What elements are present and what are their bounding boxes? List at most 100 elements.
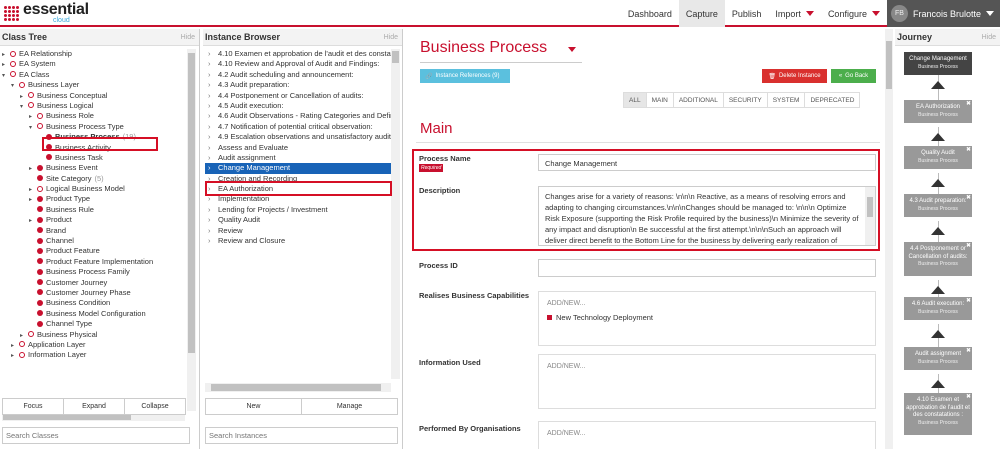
close-icon[interactable]: ✖ [966,298,971,306]
add-new-capability[interactable]: ADD/NEW... [547,300,586,307]
class-tree-hide[interactable]: Hide [181,34,195,41]
tree-item[interactable]: ▸ EA Relationship [0,49,186,59]
process-name-input[interactable]: Change Management [538,154,876,171]
tab-additional[interactable]: ADDITIONAL [673,92,724,108]
instance-item[interactable]: › Lending for Projects / Investment [205,205,393,215]
instance-browser-hide[interactable]: Hide [384,34,398,41]
description-textarea[interactable]: Changes arise for a variety of reasons: … [538,186,876,246]
essential-logo[interactable]: essential cloud [4,2,89,24]
tree-item[interactable]: Channel Type [0,319,186,329]
delete-instance-button[interactable]: 🗑 Delete Instance [762,69,827,83]
instance-item[interactable]: › 4.3 Audit preparation: [205,80,393,90]
instance-item[interactable]: › 4.4 Postponement or Cancellation of aud… [205,91,393,101]
tree-item[interactable]: ▸ Information Layer [0,350,186,360]
add-new-organisation[interactable]: ADD/NEW... [547,430,586,437]
tree-item[interactable]: ▸ Product [0,215,186,225]
instance-item[interactable]: › 4.7 Notification of potential critical … [205,122,393,132]
tree-item[interactable]: Customer Journey [0,278,186,288]
journey-hide[interactable]: Hide [982,34,996,41]
close-icon[interactable]: ✖ [966,394,971,402]
tree-item[interactable]: Business Condition [0,298,186,308]
tree-item[interactable]: Business Activity [0,143,186,153]
instance-item[interactable]: › Change Management [205,163,393,174]
instance-item[interactable]: › Creation and Recording [205,174,393,184]
instance-item[interactable]: › Review and Closure [205,236,393,246]
tree-item[interactable]: Business Process (19) [0,132,186,142]
expand-button[interactable]: Expand [64,399,125,414]
journey-card[interactable]: Change Management Business Process [904,52,972,75]
nav-dashboard[interactable]: Dashboard [621,0,679,27]
tree-item[interactable]: ▸ EA System [0,59,186,69]
tree-item[interactable]: Customer Journey Phase [0,288,186,298]
tab-deprecated[interactable]: DEPRECATED [805,92,861,108]
add-new-information[interactable]: ADD/NEW... [547,363,586,370]
tree-item[interactable]: ▸ Logical Business Model [0,184,186,194]
tree-item[interactable]: ▸ Business Role [0,111,186,121]
description-scrollbar[interactable] [865,187,875,245]
tree-item[interactable]: Site Category (5) [0,174,186,184]
chevron-down-icon[interactable] [568,47,576,52]
focus-button[interactable]: Focus [3,399,64,414]
tree-item[interactable]: Business Task [0,153,186,163]
close-icon[interactable]: ✖ [966,243,971,251]
instance-scrollbar[interactable] [391,49,400,379]
close-icon[interactable]: ✖ [966,348,971,356]
nav-import[interactable]: Import [768,0,821,27]
process-id-input[interactable] [538,259,876,277]
close-icon[interactable]: ✖ [966,101,971,109]
tree-item[interactable]: Channel [0,236,186,246]
tab-security[interactable]: SECURITY [723,92,768,108]
instance-item[interactable]: › Review [205,226,393,236]
tree-item[interactable]: ▾ Business Layer [0,80,186,90]
caret-right-icon[interactable]: ▸ [11,351,19,361]
instance-item[interactable]: › Quality Audit [205,215,393,225]
instance-item[interactable]: › 4.10 Review and Approval of Audit and F… [205,59,393,69]
class-tree-scrollbar[interactable] [187,49,196,411]
capability-item[interactable]: New Technology Deployment [547,313,653,322]
instance-item[interactable]: › 4.9 Escalation observations and unsatis… [205,132,393,142]
tree-item[interactable]: Business Rule [0,205,186,215]
instance-item[interactable]: › Audit assignment [205,153,393,163]
instance-item[interactable]: › EA Authorization [205,184,393,194]
nav-publish[interactable]: Publish [725,0,769,27]
tree-item[interactable]: ▾ Business Logical [0,101,186,111]
tab-main[interactable]: MAIN [646,92,674,108]
instance-item[interactable]: › Assess and Evaluate [205,143,393,153]
journey-card[interactable]: Quality Audit Business Process ✖ [904,146,972,169]
tree-item[interactable]: ▸ Product Type [0,194,186,204]
tree-item[interactable]: ▸ Business Conceptual [0,91,186,101]
close-icon[interactable]: ✖ [966,195,971,203]
journey-card[interactable]: 4.3 Audit preparation: Business Process ✖ [904,194,972,217]
tree-item[interactable]: ▾ Business Process Type [0,122,186,132]
instance-item[interactable]: › Implementation [205,194,393,204]
search-instances-input[interactable] [205,427,398,444]
tree-item[interactable]: ▾ EA Class [0,70,186,80]
tree-item[interactable]: ▸ Business Physical [0,330,186,340]
journey-card[interactable]: 4.6 Audit execution: Business Process ✖ [904,297,972,320]
tree-item[interactable]: Business Process Family [0,267,186,277]
tab-system[interactable]: SYSTEM [767,92,806,108]
instance-item[interactable]: › 4.10 Examen et approbation de l'audit e… [205,49,393,59]
instance-references-button[interactable]: 🔗 Instance References (9) [420,69,510,83]
close-icon[interactable]: ✖ [966,147,971,155]
instance-item[interactable]: › 4.6 Audit Observations - Rating Categor… [205,111,393,121]
tree-item[interactable]: Product Feature Implementation [0,257,186,267]
journey-card[interactable]: Audit assignment Business Process ✖ [904,347,972,370]
tree-item[interactable]: Business Model Configuration [0,309,186,319]
tree-item[interactable]: Product Feature [0,246,186,256]
manage-instance-button[interactable]: Manage [302,399,397,414]
instance-item[interactable]: › 4.5 Audit execution: [205,101,393,111]
go-back-button[interactable]: «Go Back [831,69,876,83]
journey-card[interactable]: EA Authorization Business Process ✖ [904,100,972,123]
search-classes-input[interactable] [2,427,190,444]
collapse-button[interactable]: Collapse [125,399,185,414]
editor-scrollbar[interactable] [885,29,893,449]
tree-item[interactable]: ▸ Application Layer [0,340,186,350]
journey-card[interactable]: 4.10 Examen et approbation de l'audit et… [904,393,972,435]
tree-item[interactable]: ▸ Business Event [0,163,186,173]
nav-configure[interactable]: Configure [821,0,887,27]
tab-all[interactable]: ALL [623,92,647,108]
new-instance-button[interactable]: New [206,399,302,414]
tree-item[interactable]: Brand [0,226,186,236]
nav-capture[interactable]: Capture [678,0,725,27]
